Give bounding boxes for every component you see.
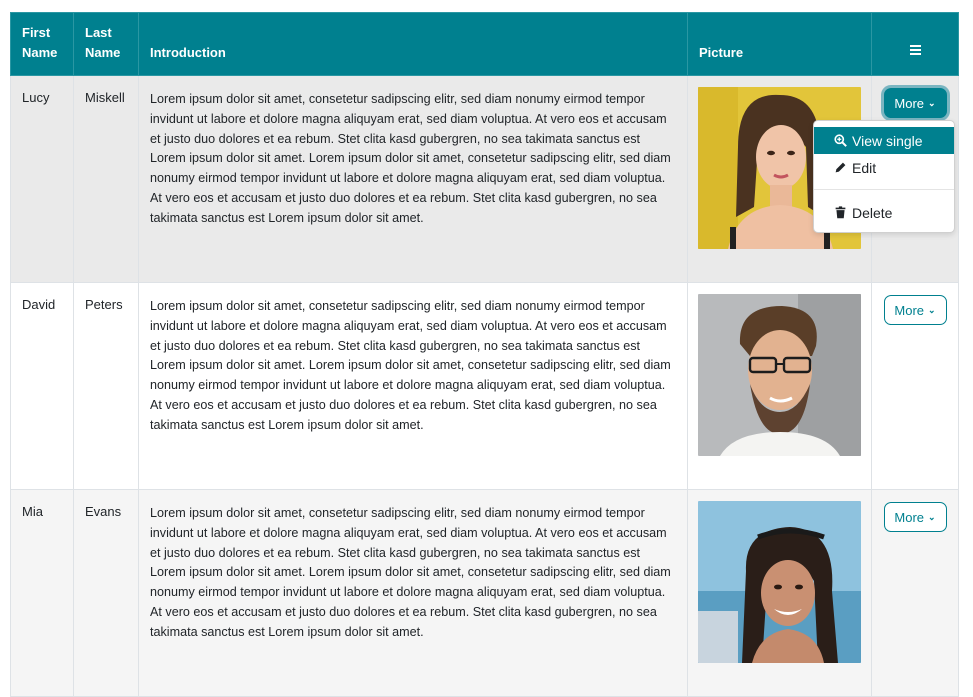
hamburger-menu-icon[interactable] <box>909 43 921 57</box>
menu-item-label: Delete <box>852 204 893 221</box>
header-introduction[interactable]: Introduction <box>138 12 688 76</box>
cell-picture <box>687 282 872 490</box>
row-actions-dropdown: View single Edit Delete <box>813 120 955 233</box>
portrait-photo-david <box>698 294 861 456</box>
cell-first-name: Lucy <box>10 75 74 283</box>
more-label: More <box>894 95 925 111</box>
cell-introduction: Lorem ipsum dolor sit amet, consetetur s… <box>138 489 688 697</box>
more-button[interactable]: More ⌄ <box>883 295 947 325</box>
cell-picture <box>687 489 872 697</box>
table-row: David Peters Lorem ipsum dolor sit amet,… <box>10 282 959 490</box>
header-first-name[interactable]: First Name <box>10 12 74 76</box>
people-table: First Name Last Name Introduction Pictur… <box>10 12 959 697</box>
menu-item-edit[interactable]: Edit <box>814 154 954 181</box>
more-label: More <box>894 509 925 525</box>
zoom-in-icon <box>834 134 847 147</box>
menu-item-label: Edit <box>852 159 877 176</box>
cell-actions: More ⌄ <box>871 282 959 490</box>
more-button[interactable]: More ⌄ <box>883 88 947 118</box>
menu-item-view-single[interactable]: View single <box>814 127 954 154</box>
portrait-photo-mia <box>698 501 861 663</box>
more-button[interactable]: More ⌄ <box>883 502 947 532</box>
cell-last-name: Peters <box>73 282 139 490</box>
cell-last-name: Evans <box>73 489 139 697</box>
chevron-down-icon: ⌄ <box>928 304 936 315</box>
cell-first-name: Mia <box>10 489 74 697</box>
chevron-down-icon: ⌄ <box>928 97 936 108</box>
menu-item-delete[interactable]: Delete <box>814 199 954 226</box>
cell-last-name: Miskell <box>73 75 139 283</box>
menu-item-label: View single <box>852 132 923 149</box>
chevron-down-icon: ⌄ <box>928 511 936 522</box>
cell-actions: More ⌄ <box>871 489 959 697</box>
table-row: Mia Evans Lorem ipsum dolor sit amet, co… <box>10 489 959 697</box>
cell-introduction: Lorem ipsum dolor sit amet, consetetur s… <box>138 282 688 490</box>
cell-first-name: David <box>10 282 74 490</box>
header-picture[interactable]: Picture <box>687 12 872 76</box>
cell-introduction: Lorem ipsum dolor sit amet, consetetur s… <box>138 75 688 283</box>
header-last-name[interactable]: Last Name <box>73 12 139 76</box>
trash-icon <box>835 206 846 219</box>
table-header-row: First Name Last Name Introduction Pictur… <box>10 12 959 76</box>
more-label: More <box>894 302 925 318</box>
menu-divider <box>814 189 954 190</box>
pencil-icon <box>835 162 846 173</box>
header-menu[interactable] <box>871 12 959 76</box>
